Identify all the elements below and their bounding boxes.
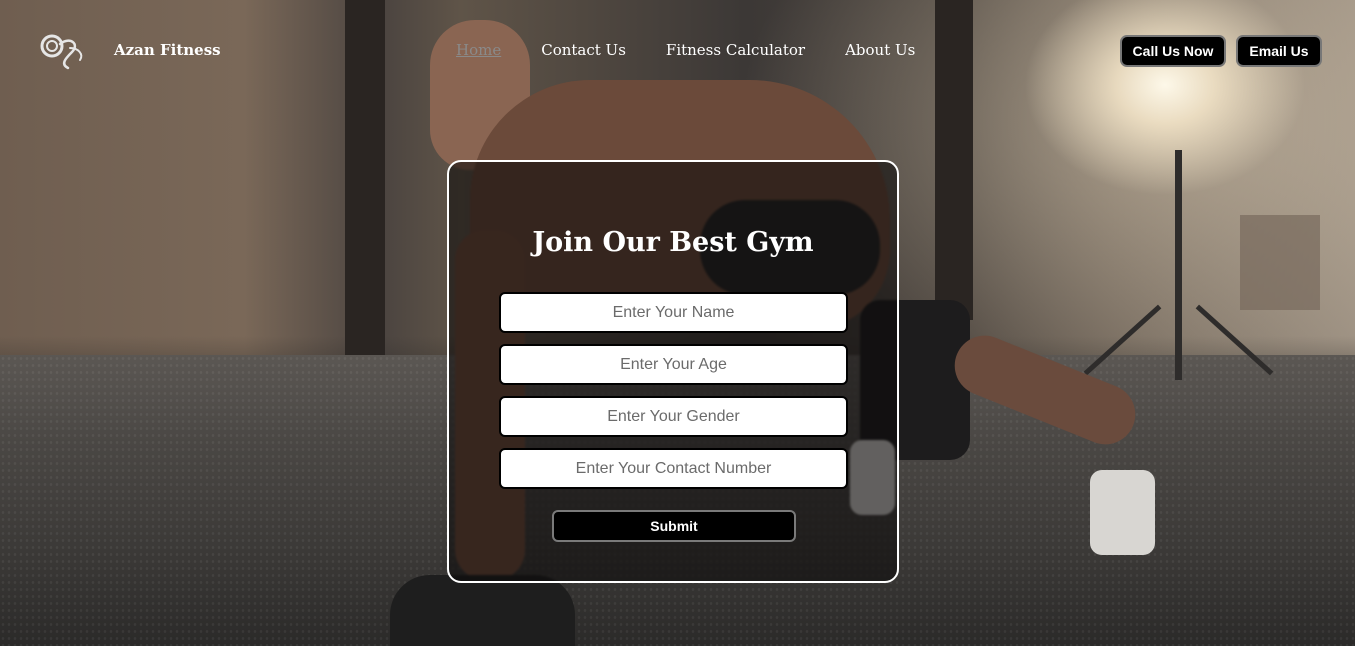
nav-link-fitness-calculator[interactable]: Fitness Calculator xyxy=(666,41,805,59)
top-navigation: Azan Fitness Home Contact Us Fitness Cal… xyxy=(0,0,1355,100)
age-input[interactable] xyxy=(499,344,848,385)
page: Azan Fitness Home Contact Us Fitness Cal… xyxy=(0,0,1355,646)
main-menu: Home Contact Us Fitness Calculator About… xyxy=(456,41,955,59)
contact-number-input[interactable] xyxy=(499,448,848,489)
name-input[interactable] xyxy=(499,292,848,333)
background-wall-panel xyxy=(1240,215,1320,310)
email-us-button[interactable]: Email Us xyxy=(1236,35,1322,67)
gender-input[interactable] xyxy=(499,396,848,437)
dumbbell-logo-icon[interactable] xyxy=(40,30,88,72)
dumbbell-lower xyxy=(390,575,575,646)
submit-button[interactable]: Submit xyxy=(552,510,796,542)
call-us-now-button[interactable]: Call Us Now xyxy=(1120,35,1226,67)
brand-name[interactable]: Azan Fitness xyxy=(114,41,221,59)
light-stand xyxy=(1175,150,1182,380)
athlete-shoe-right xyxy=(1090,470,1155,555)
nav-link-about-us[interactable]: About Us xyxy=(845,41,915,59)
form-title: Join Our Best Gym xyxy=(532,227,814,258)
nav-link-contact-us[interactable]: Contact Us xyxy=(541,41,626,59)
join-gym-form: Join Our Best Gym Submit xyxy=(447,160,899,583)
nav-link-home[interactable]: Home xyxy=(456,41,501,59)
